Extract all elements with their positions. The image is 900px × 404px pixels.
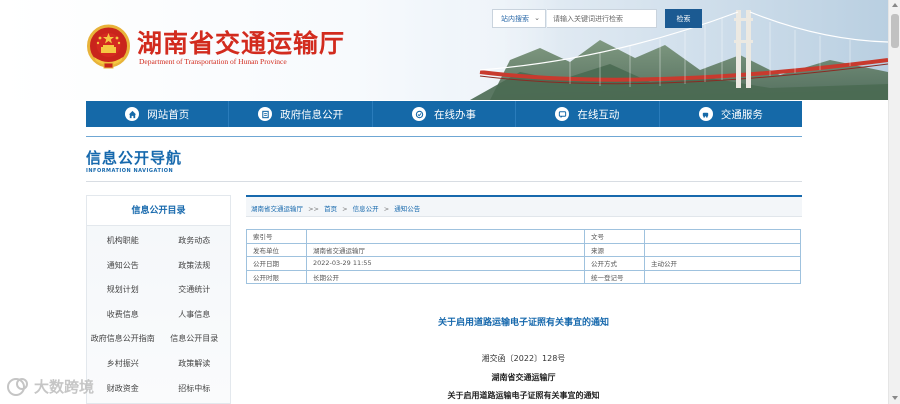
nav-item-online-service[interactable]: 在线办事 xyxy=(373,101,517,127)
breadcrumb: 湖南省交通运输厅 >> 首页 > 信息公开 > 通知公告 xyxy=(251,203,420,213)
table-row: 索引号 文号 xyxy=(246,229,801,244)
document-subject: 关于启用道路运输电子证照有关事宜的通知 xyxy=(447,391,600,400)
search-scope-label: 站内搜索 xyxy=(501,15,529,23)
main-nav: 网站首页 政府信息公开 在线办事 在线互动 交通服务 xyxy=(86,101,802,127)
document-title: 关于启用道路运输电子证照有关事宜的通知 xyxy=(437,318,609,328)
nav-divider xyxy=(86,136,802,137)
catalog-sidebar: 信息公开目录 机构职能 政务动态 通知公告 政策法规 规划计划 交通统计 收费信… xyxy=(86,195,231,404)
info-key: 索引号 xyxy=(246,229,307,244)
sidebar-item[interactable]: 乡村振兴 xyxy=(87,352,159,377)
search-input[interactable] xyxy=(547,9,657,28)
vertical-scrollbar[interactable] xyxy=(888,0,900,404)
document-number: 湘交函〔2022〕128号 xyxy=(481,354,566,363)
info-key: 公开时限 xyxy=(246,269,307,284)
online-service-icon xyxy=(412,107,427,121)
national-emblem-icon xyxy=(87,24,130,69)
info-key: 发布单位 xyxy=(246,242,307,257)
sidebar-item[interactable]: 规划计划 xyxy=(87,278,159,303)
info-value: 湖南省交通运输厅 xyxy=(306,242,585,257)
breadcrumb-bar: 湖南省交通运输厅 >> 首页 > 信息公开 > 通知公告 xyxy=(246,195,802,217)
info-key: 公开日期 xyxy=(246,256,307,271)
document-icon xyxy=(258,107,273,121)
sidebar-item[interactable]: 招标中标 xyxy=(159,377,231,402)
home-icon xyxy=(125,107,140,121)
chat-icon xyxy=(555,107,570,121)
breadcrumb-home-link[interactable]: 首页 xyxy=(324,205,337,213)
info-key: 统一登记号 xyxy=(584,269,645,284)
nav-item-label: 交通服务 xyxy=(720,108,763,121)
info-key: 公开方式 xyxy=(584,256,645,271)
sidebar-item[interactable]: 政府信息公开指南 xyxy=(87,327,159,352)
sidebar-item[interactable]: 信息公开目录 xyxy=(159,327,231,352)
table-row: 发布单位 湖南省交通运输厅 来源 xyxy=(246,242,801,257)
section-subtitle: INFORMATION NAVIGATION xyxy=(86,168,174,174)
table-row: 公开日期 2022-03-29 11:55 公开方式 主动公开 xyxy=(246,256,801,271)
nav-item-online-interaction[interactable]: 在线互动 xyxy=(516,101,660,127)
info-value xyxy=(644,242,801,257)
info-key: 文号 xyxy=(584,229,645,244)
scroll-up-arrow-icon[interactable] xyxy=(892,3,898,7)
nav-item-gov-info[interactable]: 政府信息公开 xyxy=(229,101,373,127)
info-value xyxy=(306,229,585,244)
info-value: 长期公开 xyxy=(306,269,585,284)
watermark-logo: 大数跨境 xyxy=(7,378,94,396)
info-value: 主动公开 xyxy=(644,256,801,271)
breadcrumb-separator: >> xyxy=(308,205,319,213)
site-title: 湖南省交通运输厅 xyxy=(137,29,346,58)
breadcrumb-current-link[interactable]: 通知公告 xyxy=(394,205,420,213)
watermark-text: 大数跨境 xyxy=(34,378,94,396)
table-row: 公开时限 长期公开 统一登记号 xyxy=(246,269,801,284)
breadcrumb-root-link[interactable]: 湖南省交通运输厅 xyxy=(251,205,303,213)
site-subtitle: Department of Transportation of Hunan Pr… xyxy=(139,57,287,66)
sidebar-item[interactable]: 政务动态 xyxy=(159,229,231,254)
nav-item-label: 在线办事 xyxy=(434,108,477,121)
nav-item-label: 网站首页 xyxy=(147,108,190,121)
sidebar-item[interactable]: 人事信息 xyxy=(159,303,231,328)
breadcrumb-separator: > xyxy=(342,205,348,213)
scroll-down-arrow-icon[interactable] xyxy=(892,396,898,400)
section-divider xyxy=(86,181,802,182)
page: 湖南省交通运输厅 Department of Transportation of… xyxy=(0,0,900,404)
nav-item-label: 在线互动 xyxy=(577,108,620,121)
sidebar-item[interactable]: 政策解读 xyxy=(159,352,231,377)
breadcrumb-separator: > xyxy=(383,205,390,213)
scroll-thumb[interactable] xyxy=(891,14,899,48)
sidebar-item[interactable]: 机构职能 xyxy=(87,229,159,254)
site-header: 湖南省交通运输厅 Department of Transportation of… xyxy=(0,0,888,100)
nav-item-home[interactable]: 网站首页 xyxy=(86,101,230,127)
search-scope-dropdown[interactable]: 站内搜索 ⌄ xyxy=(492,9,546,28)
info-key: 来源 xyxy=(584,242,645,257)
sidebar-item[interactable]: 通知公告 xyxy=(87,254,159,279)
sidebar-item[interactable]: 交通统计 xyxy=(159,278,231,303)
search-button[interactable]: 检索 xyxy=(665,9,702,28)
sidebar-item[interactable]: 政策法规 xyxy=(159,254,231,279)
breadcrumb-section-link[interactable]: 信息公开 xyxy=(353,205,379,213)
info-value: 2022-03-29 11:55 xyxy=(306,256,585,271)
info-value xyxy=(644,229,801,244)
document-info-table: 索引号 文号 发布单位 湖南省交通运输厅 来源 公开日期 2022-03-29 … xyxy=(246,229,801,284)
nav-item-traffic-service[interactable]: 交通服务 xyxy=(660,101,802,127)
document-issuer: 湖南省交通运输厅 xyxy=(491,373,556,382)
nav-item-label: 政府信息公开 xyxy=(280,108,344,121)
sidebar-heading: 信息公开目录 xyxy=(87,196,230,226)
section-title: 信息公开导航 xyxy=(86,149,183,167)
sidebar-item[interactable]: 收费信息 xyxy=(87,303,159,328)
chevron-down-icon: ⌄ xyxy=(534,14,540,22)
info-value xyxy=(644,269,801,284)
traffic-service-icon xyxy=(698,107,713,121)
